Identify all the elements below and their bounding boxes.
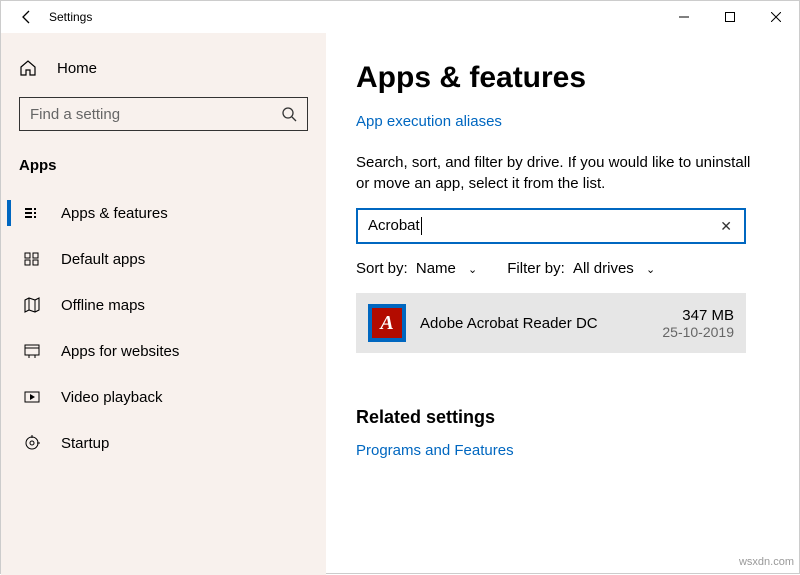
sort-label: Sort by: [356, 260, 408, 277]
content-area: Apps & features App execution aliases Se… [326, 33, 799, 575]
search-placeholder: Find a setting [30, 106, 281, 123]
clear-search-icon[interactable]: ✕ [716, 218, 736, 235]
sort-by-dropdown[interactable]: Sort by: Name ⌄ [356, 260, 477, 277]
app-size: 347 MB [662, 307, 734, 324]
apps-websites-icon [23, 342, 41, 360]
close-button[interactable] [753, 1, 799, 33]
app-date: 25-10-2019 [662, 324, 734, 340]
minimize-button[interactable] [661, 1, 707, 33]
filter-by-dropdown[interactable]: Filter by: All drives ⌄ [507, 260, 655, 277]
startup-icon [23, 434, 41, 452]
sidebar-item-label: Startup [61, 435, 109, 452]
app-search-value: Acrobat [368, 217, 716, 235]
video-playback-icon [23, 388, 41, 406]
sidebar-item-apps-features[interactable]: Apps & features [1, 190, 326, 236]
link-app-execution-aliases[interactable]: App execution aliases [356, 113, 502, 130]
app-list-item[interactable]: A Adobe Acrobat Reader DC 347 MB 25-10-2… [356, 293, 746, 353]
app-search-input[interactable]: Acrobat ✕ [356, 208, 746, 244]
search-icon [281, 106, 297, 122]
sort-value: Name [416, 260, 456, 277]
sidebar: Home Find a setting Apps Apps & features… [1, 33, 326, 575]
chevron-down-icon: ⌄ [468, 264, 477, 276]
watermark: wsxdn.com [739, 556, 794, 568]
sidebar-item-video-playback[interactable]: Video playback [1, 374, 326, 420]
sidebar-item-default-apps[interactable]: Default apps [1, 236, 326, 282]
app-name: Adobe Acrobat Reader DC [420, 315, 648, 332]
sidebar-item-startup[interactable]: Startup [1, 420, 326, 466]
filter-value: All drives [573, 260, 634, 277]
page-title: Apps & features [356, 61, 765, 95]
sidebar-item-label: Apps for websites [61, 343, 179, 360]
sidebar-item-label: Default apps [61, 251, 145, 268]
app-icon: A [368, 304, 406, 342]
filter-label: Filter by: [507, 260, 565, 277]
app-meta: 347 MB 25-10-2019 [662, 307, 734, 340]
chevron-down-icon: ⌄ [646, 264, 655, 276]
back-button[interactable] [11, 1, 43, 33]
sidebar-home[interactable]: Home [1, 49, 326, 87]
default-apps-icon [23, 250, 41, 268]
sidebar-item-apps-for-websites[interactable]: Apps for websites [1, 328, 326, 374]
related-heading: Related settings [356, 407, 765, 428]
sidebar-home-label: Home [57, 60, 97, 77]
link-programs-and-features[interactable]: Programs and Features [356, 442, 514, 459]
sidebar-item-offline-maps[interactable]: Offline maps [1, 282, 326, 328]
help-text: Search, sort, and filter by drive. If yo… [356, 152, 765, 194]
sidebar-category: Apps [1, 149, 326, 190]
sidebar-item-label: Offline maps [61, 297, 145, 314]
apps-features-icon [23, 204, 41, 222]
maximize-button[interactable] [707, 1, 753, 33]
sidebar-item-label: Video playback [61, 389, 162, 406]
window-title: Settings [49, 10, 92, 24]
sidebar-search[interactable]: Find a setting [19, 97, 308, 131]
sidebar-item-label: Apps & features [61, 205, 168, 222]
home-icon [19, 59, 37, 77]
offline-maps-icon [23, 296, 41, 314]
